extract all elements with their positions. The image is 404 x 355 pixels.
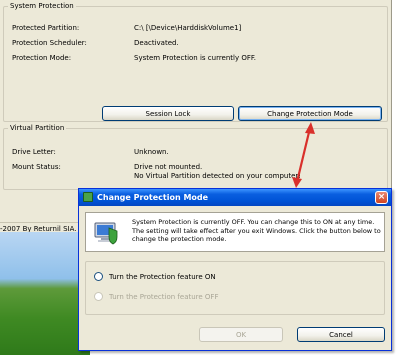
- change-protection-mode-dialog: Change Protection Mode × System Protecti…: [78, 188, 392, 351]
- info-line: change the protection mode.: [132, 235, 227, 243]
- system-protection-group: System Protection Protected Partition: C…: [3, 2, 388, 122]
- change-protection-mode-button[interactable]: Change Protection Mode: [238, 106, 382, 121]
- info-line: System Protection is currently OFF. You …: [132, 218, 375, 226]
- radio-button: [94, 292, 103, 301]
- radio-button[interactable]: [94, 272, 103, 281]
- virtual-partition-group: Virtual Partition Drive Letter: Unknown.…: [3, 124, 388, 190]
- protected-partition-label: Protected Partition:: [12, 24, 80, 32]
- drive-letter-label: Drive Letter:: [12, 148, 56, 156]
- system-protection-legend: System Protection: [10, 2, 74, 10]
- close-button[interactable]: ×: [375, 191, 388, 204]
- info-message: System Protection is currently OFF. You …: [132, 218, 382, 244]
- protection-scheduler-value: Deactivated.: [134, 39, 179, 47]
- computer-shield-icon: [94, 222, 118, 245]
- protected-partition-value: C:\ [\Device\HarddiskVolume1]: [134, 24, 242, 32]
- protection-scheduler-label: Protection Scheduler:: [12, 39, 87, 47]
- info-line: The setting will take effect after you e…: [132, 226, 381, 235]
- protection-off-option: Turn the Protection feature OFF: [94, 292, 218, 301]
- ok-button: OK: [199, 327, 283, 342]
- protection-options-group: Turn the Protection feature ON Turn the …: [85, 261, 385, 315]
- session-lock-button[interactable]: Session Lock: [102, 106, 234, 121]
- info-panel: System Protection is currently OFF. You …: [85, 212, 385, 252]
- virtual-partition-legend: Virtual Partition: [10, 124, 65, 132]
- protection-on-label: Turn the Protection feature ON: [109, 272, 216, 281]
- app-icon: [83, 192, 93, 202]
- desktop-wallpaper: [0, 232, 90, 355]
- virtual-partition-warning: No Virtual Partition detected on your co…: [134, 172, 302, 180]
- protection-on-option[interactable]: Turn the Protection feature ON: [94, 272, 216, 281]
- dialog-titlebar[interactable]: Change Protection Mode ×: [79, 189, 391, 206]
- cancel-button[interactable]: Cancel: [297, 327, 385, 342]
- drive-letter-value: Unknown.: [134, 148, 169, 156]
- dialog-title: Change Protection Mode: [97, 193, 209, 202]
- protection-mode-value: System Protection is currently OFF.: [134, 54, 257, 62]
- mount-status-label: Mount Status:: [12, 163, 61, 171]
- mount-status-value: Drive not mounted.: [134, 163, 203, 171]
- protection-mode-label: Protection Mode:: [12, 54, 72, 62]
- protection-off-label: Turn the Protection feature OFF: [109, 292, 219, 301]
